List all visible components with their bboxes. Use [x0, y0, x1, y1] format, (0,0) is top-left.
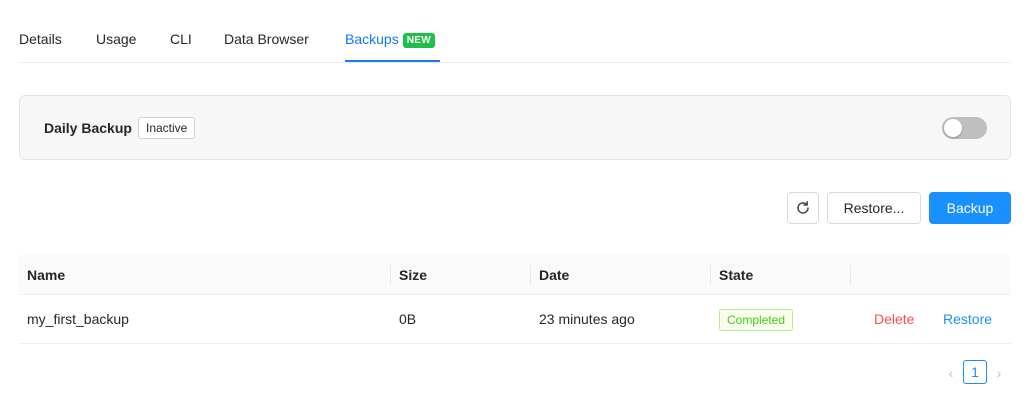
chevron-left-icon[interactable]: ‹ — [944, 363, 958, 383]
restore-from-file-button[interactable]: Restore... — [827, 192, 921, 224]
active-tab-indicator — [345, 60, 440, 62]
pagination-page-1[interactable]: 1 — [963, 360, 987, 384]
backups-table: Name Size Date State my_first_backup 0B … — [19, 255, 1011, 344]
refresh-icon — [797, 201, 809, 214]
daily-backup-card: Daily Backup Inactive — [19, 95, 1011, 160]
backup-name: my_first_backup — [27, 311, 129, 327]
refresh-button[interactable] — [787, 192, 819, 224]
column-divider — [530, 265, 531, 285]
tab-cli[interactable]: CLI — [170, 31, 192, 47]
column-header-size: Size — [399, 267, 428, 283]
restore-backup-link[interactable]: Restore — [943, 295, 992, 344]
daily-backup-status-badge: Inactive — [138, 117, 196, 139]
tab-usage[interactable]: Usage — [96, 31, 136, 47]
tab-bar: Details Usage CLI Data Browser Backups NE… — [19, 0, 1011, 63]
backup-date: 23 minutes ago — [539, 311, 635, 327]
backup-state-badge: Completed — [719, 309, 794, 331]
backup-button[interactable]: Backup — [929, 192, 1011, 224]
toggle-knob — [944, 119, 962, 137]
table-row: my_first_backup 0B 23 minutes ago Comple… — [19, 295, 1011, 344]
table-header: Name Size Date State — [19, 255, 1011, 295]
daily-backup-toggle[interactable] — [942, 117, 987, 139]
column-divider — [710, 265, 711, 285]
chevron-right-icon[interactable]: › — [992, 363, 1006, 383]
column-divider — [390, 265, 391, 285]
tab-details[interactable]: Details — [19, 31, 62, 47]
backup-size: 0B — [399, 311, 417, 327]
column-header-state: State — [719, 267, 754, 283]
tab-data-browser[interactable]: Data Browser — [224, 31, 309, 47]
column-header-date: Date — [539, 267, 570, 283]
tab-backups-label: Backups — [345, 31, 399, 47]
daily-backup-label: Daily Backup — [44, 120, 132, 136]
column-divider — [850, 265, 851, 285]
new-badge: NEW — [402, 33, 435, 48]
tab-backups[interactable]: Backups NEW — [345, 31, 435, 48]
column-header-name: Name — [27, 267, 66, 283]
delete-backup-link[interactable]: Delete — [874, 295, 914, 344]
